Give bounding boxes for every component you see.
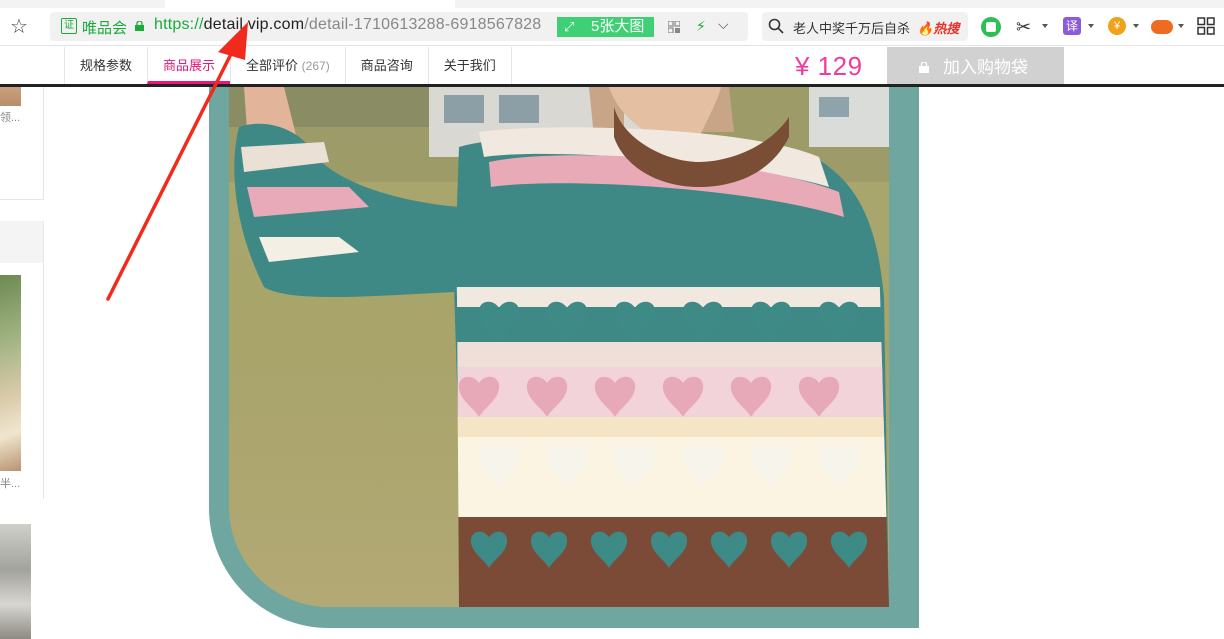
product-caption[interactable]: 半... xyxy=(0,475,20,491)
lightning-icon[interactable]: ⚡ xyxy=(696,18,706,35)
lock-icon xyxy=(135,21,144,31)
recommended-item[interactable]: 半... xyxy=(0,263,44,499)
star-icon[interactable]: ☆ xyxy=(8,16,30,38)
grid-icon[interactable] xyxy=(1197,17,1215,35)
yuan-icon[interactable]: ¥ xyxy=(1108,17,1126,35)
tab-specs[interactable]: 规格参数 xyxy=(64,47,147,84)
product-tab-bar: 规格参数 商品展示 全部评价 (267) 商品咨询 关于我们 ¥ 129 加入购… xyxy=(0,47,1224,87)
site-name: 唯品会 xyxy=(82,20,128,37)
product-price: ¥ 129 xyxy=(795,51,863,81)
qr-code-icon[interactable] xyxy=(668,21,680,33)
tab-all-reviews[interactable]: 全部评价 (267) xyxy=(230,47,345,84)
yuan-menu-caret[interactable] xyxy=(1133,24,1139,28)
tab-product-display[interactable]: 商品展示 xyxy=(147,47,231,84)
scissors-icon[interactable]: ✂ xyxy=(1016,17,1031,37)
add-to-cart-button[interactable]: 加入购物袋 xyxy=(887,47,1064,87)
expand-icon: ⤢ xyxy=(564,19,575,34)
add-to-cart-label: 加入购物袋 xyxy=(943,58,1028,77)
recommended-item[interactable]: 领... xyxy=(0,87,44,200)
sidebar-section-header xyxy=(0,221,44,263)
translate-menu-caret[interactable] xyxy=(1088,24,1094,28)
tab-label: 商品咨询 xyxy=(360,58,413,73)
certificate-icon[interactable]: 证 xyxy=(61,18,77,34)
product-photo xyxy=(229,87,889,607)
search-icon xyxy=(768,18,784,34)
tab-product-inquiry[interactable]: 商品咨询 xyxy=(344,47,428,84)
product-caption[interactable]: 领... xyxy=(0,109,20,125)
url-protocol: https:// xyxy=(154,16,204,33)
url-domain: detail.vip.com xyxy=(203,16,305,33)
active-browser-tab[interactable] xyxy=(165,0,455,8)
product-thumbnail[interactable] xyxy=(0,524,31,639)
product-thumbnail[interactable] xyxy=(0,87,21,106)
gamepad-icon[interactable] xyxy=(1151,20,1173,34)
address-bar[interactable]: 证 唯品会 https://detail.vip.com/detail-1710… xyxy=(50,12,748,41)
hot-search-label: 🔥热搜 xyxy=(917,18,959,37)
shopping-bag-icon xyxy=(919,62,929,73)
recommendation-sidebar: 领... 半... xyxy=(0,87,44,639)
gamepad-menu-caret[interactable] xyxy=(1178,24,1184,28)
browser-toolbar: ☆ 证 唯品会 https://detail.vip.com/detail-17… xyxy=(0,8,1224,46)
tab-label: 关于我们 xyxy=(443,58,496,73)
wechat-icon[interactable] xyxy=(981,17,1001,37)
hot-search-text: 热搜 xyxy=(933,21,960,36)
big-image-label: 5张大图 xyxy=(591,18,645,35)
translate-icon[interactable]: 译 xyxy=(1063,17,1081,35)
browser-tab-strip xyxy=(0,0,1224,8)
sweater-illustration xyxy=(229,87,889,607)
tab-label: 全部评价 xyxy=(246,58,299,73)
chevron-down-icon[interactable]: ⌵ xyxy=(718,16,729,33)
url-text[interactable]: https://detail.vip.com/detail-1710613288… xyxy=(154,16,541,34)
scissors-menu-caret[interactable] xyxy=(1042,24,1048,28)
browser-search-box[interactable]: 老人中奖千万后自杀 🔥热搜 xyxy=(762,12,968,41)
big-image-button[interactable]: ⤢ 5张大图 xyxy=(557,17,654,37)
fire-icon: 🔥 xyxy=(917,21,934,36)
tab-label: 规格参数 xyxy=(80,58,133,73)
search-suggestion: 老人中奖千万后自杀 xyxy=(793,21,911,36)
product-tabs: 规格参数 商品展示 全部评价 (267) 商品咨询 关于我们 xyxy=(64,47,512,84)
url-path: /detail-1710613288-6918567828 xyxy=(304,16,542,33)
tab-about-us[interactable]: 关于我们 xyxy=(427,47,512,84)
review-count: (267) xyxy=(301,59,330,73)
product-thumbnail[interactable] xyxy=(0,275,21,471)
tab-label: 商品展示 xyxy=(163,58,216,73)
